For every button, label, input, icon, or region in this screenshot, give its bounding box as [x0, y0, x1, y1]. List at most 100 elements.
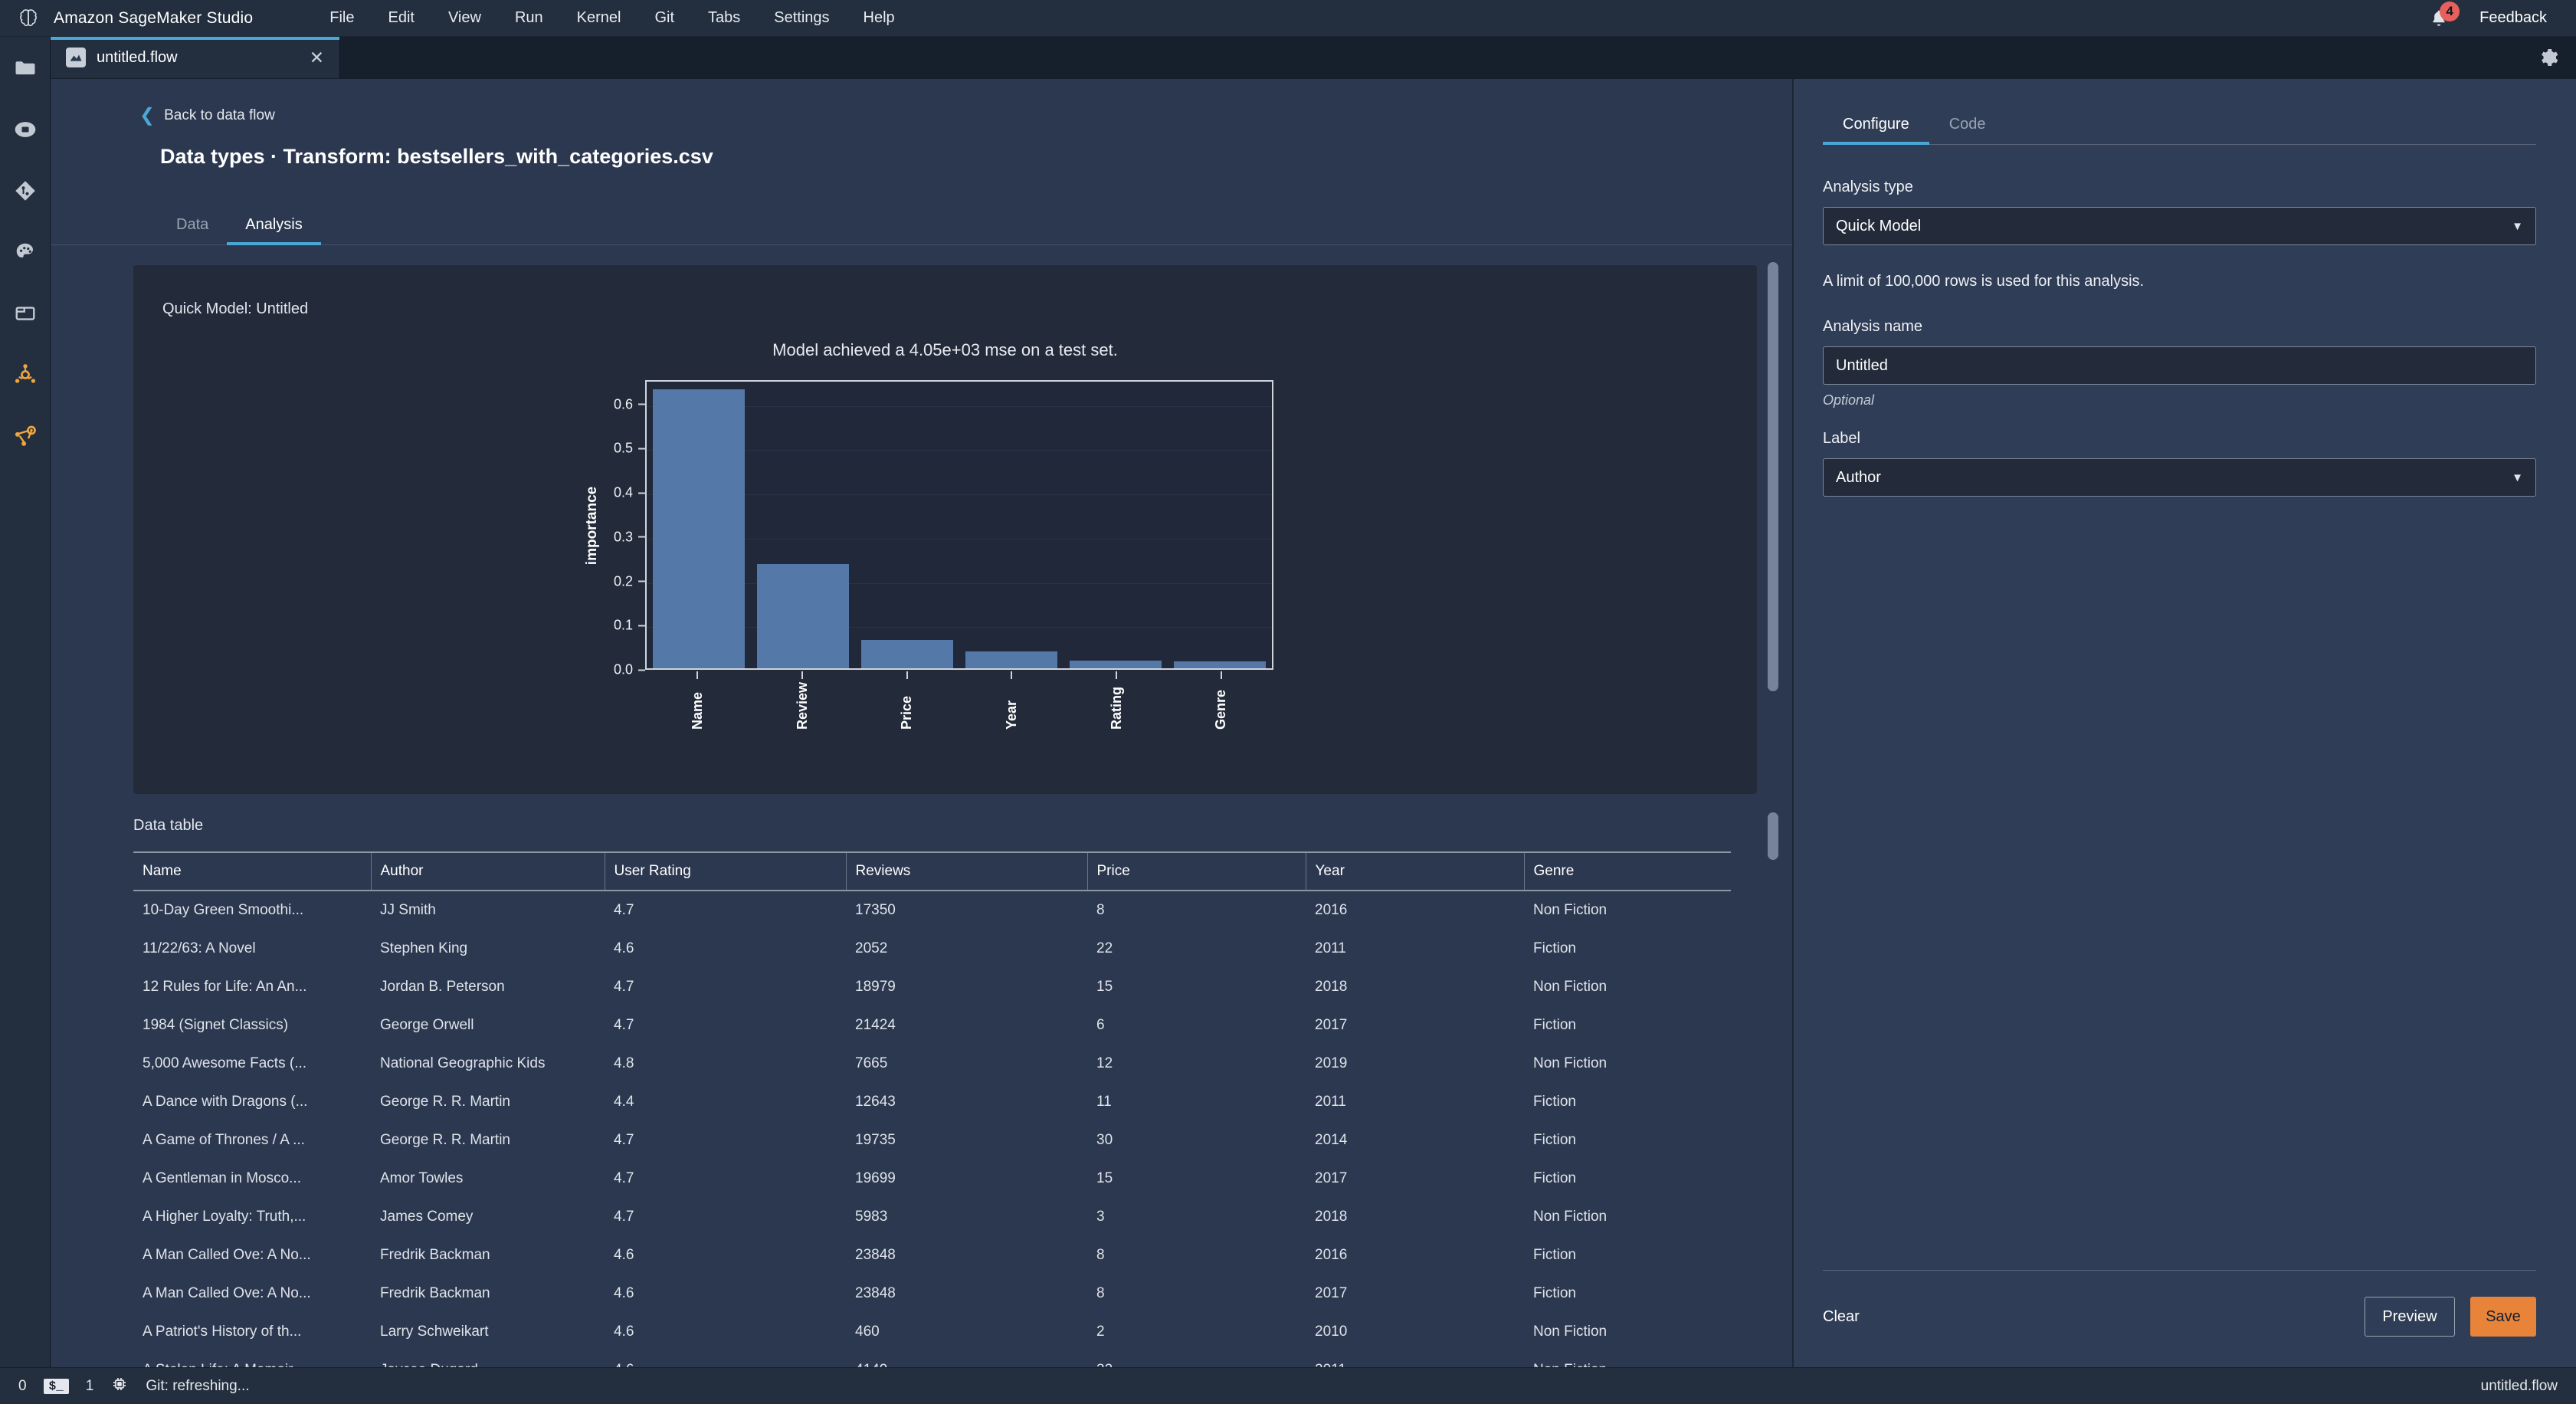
table-row[interactable]: A Stolen Life: A MemoirJaycee Dugard4.64… [133, 1351, 1731, 1367]
table-row[interactable]: A Higher Loyalty: Truth,... James Comey 4.… [133, 1198, 1731, 1236]
table-cell: Fiction [1533, 1247, 1576, 1263]
table-cell: Larry Schweikart [380, 1324, 489, 1340]
menu-help[interactable]: Help [864, 9, 895, 27]
open-tabs-icon[interactable] [11, 299, 40, 328]
table-cell: 1984 (Signet Classics) [143, 1017, 289, 1033]
column-header-user-rating[interactable]: User Rating [605, 851, 847, 891]
table-row[interactable]: 1984 (Signet Classics) George Orwell 4.7 21… [133, 1006, 1731, 1045]
status-bar: 0 $_ 1 Git: refreshing... untitled.flow [0, 1367, 2576, 1404]
running-terminals-icon[interactable] [11, 115, 40, 144]
menu-tabs[interactable]: Tabs [708, 9, 740, 27]
table-cell: 2010 [1315, 1324, 1348, 1340]
git-icon[interactable] [11, 176, 40, 205]
column-header-name[interactable]: Name [133, 851, 372, 891]
save-button[interactable]: Save [2470, 1297, 2536, 1337]
file-browser-icon[interactable] [11, 54, 40, 83]
tab-configure[interactable]: Configure [1823, 108, 1929, 145]
table-cell: 2017 [1315, 1285, 1348, 1301]
feedback-button[interactable]: Feedback [2479, 9, 2547, 27]
table-cell: 10-Day Green Smoothi... [143, 902, 304, 918]
analysis-name-input[interactable]: Untitled [1823, 346, 2536, 385]
menu-bar-right: 4 Feedback [2424, 1, 2559, 33]
table-cell: 32 [1087, 1351, 1306, 1367]
table-scrollbar[interactable] [1768, 812, 1778, 860]
table-cell: 19735 [855, 1132, 896, 1148]
extensions-palette-icon[interactable] [11, 238, 40, 267]
column-header-year[interactable]: Year [1306, 851, 1525, 891]
table-row[interactable]: A Man Called Ove: A No... Fredrik Backman… [133, 1236, 1731, 1274]
analysis-type-select[interactable]: Quick Model ▼ [1823, 207, 2536, 245]
notifications-button[interactable]: 4 [2424, 1, 2460, 33]
table-cell: 2016 [1315, 902, 1348, 918]
table-cell: George R. R. Martin [380, 1132, 510, 1148]
close-icon[interactable]: ✕ [310, 48, 324, 67]
terminal-icon[interactable]: $_ [43, 1378, 69, 1394]
menu-git[interactable]: Git [654, 9, 674, 27]
gear-icon[interactable] [2535, 44, 2562, 71]
menu-kernel[interactable]: Kernel [577, 9, 621, 27]
menu-settings[interactable]: Settings [774, 9, 829, 27]
table-cell: 460 [855, 1324, 880, 1340]
back-to-data-flow-link[interactable]: ❮ Back to data flow [51, 79, 275, 125]
table-row[interactable]: 11/22/63: A Novel Stephen King 4.6 2052 22 20… [133, 930, 1731, 968]
table-cell: 4.7 [614, 1209, 634, 1225]
table-cell: 4.7 [614, 979, 634, 995]
application-window: Amazon SageMaker Studio File Edit View R… [0, 0, 2576, 1404]
tab-analysis[interactable]: Analysis [227, 208, 322, 245]
table-row[interactable]: 12 Rules for Life: An An... Jordan B. Pet… [133, 968, 1731, 1006]
table-cell: 2014 [1315, 1132, 1348, 1148]
chart-area-scrollbar[interactable] [1768, 262, 1778, 691]
sagemaker-experiments-icon[interactable] [11, 422, 40, 451]
table-row[interactable]: A Patriot's History of th... Larry Schwei… [133, 1313, 1731, 1351]
table-cell: Non Fiction [1533, 1055, 1608, 1071]
table-cell: 2052 [855, 940, 888, 956]
tab-data[interactable]: Data [158, 208, 227, 244]
table-cell: 4.7 [614, 902, 634, 918]
table-cell: 7665 [855, 1055, 888, 1071]
preview-button[interactable]: Preview [2365, 1297, 2455, 1337]
kernel-count[interactable]: 0 [18, 1378, 27, 1395]
terminal-count[interactable]: 1 [86, 1378, 94, 1395]
table-cell: 8 [1096, 1285, 1105, 1301]
clear-button[interactable]: Clear [1823, 1308, 1860, 1326]
table-cell: Jaycee Dugard [371, 1351, 605, 1367]
table-cell: 2017 [1315, 1017, 1348, 1033]
current-file-status: untitled.flow [2480, 1377, 2558, 1394]
table-cell: 4.7 [614, 1017, 634, 1033]
menu-view[interactable]: View [448, 9, 481, 27]
table-row[interactable]: 5,000 Awesome Facts (... National Geograp… [133, 1045, 1731, 1083]
table-cell: 2011 [1306, 1351, 1524, 1367]
table-cell: 12 Rules for Life: An An... [143, 979, 307, 995]
y-tick-label: 0.0 [614, 662, 645, 678]
table-cell: National Geographic Kids [380, 1055, 546, 1071]
sagemaker-brain-icon [17, 7, 40, 30]
y-tick-label: 0.1 [614, 618, 645, 634]
activity-bar [0, 37, 51, 1367]
table-cell: Non Fiction [1533, 979, 1608, 995]
label-value: Author [1836, 468, 1881, 486]
sagemaker-components-icon[interactable] [11, 360, 40, 389]
menu-run[interactable]: Run [515, 9, 543, 27]
tab-code[interactable]: Code [1929, 108, 2006, 144]
analysis-config-panel: Configure Code Analysis type Quick Model… [1793, 79, 2576, 1367]
table-row[interactable]: 10-Day Green Smoothi... JJ Smith 4.7 17350 8… [133, 891, 1731, 930]
table-row[interactable]: A Man Called Ove: A No... Fredrik Backman… [133, 1274, 1731, 1313]
column-header-price[interactable]: Price [1087, 851, 1306, 891]
column-header-author[interactable]: Author [371, 851, 605, 891]
y-tick-label: 0.6 [614, 396, 645, 412]
tab-untitled-flow[interactable]: untitled.flow ✕ [51, 37, 340, 78]
table-cell: 4.4 [614, 1094, 634, 1110]
column-header-genre[interactable]: Genre [1524, 851, 1731, 891]
menu-edit[interactable]: Edit [388, 9, 414, 27]
column-header-reviews[interactable]: Reviews [846, 851, 1088, 891]
chart-title: Model achieved a 4.05e+03 mse on a test … [772, 340, 1118, 359]
table-cell: 18979 [855, 979, 896, 995]
table-cell: Fiction [1533, 1094, 1576, 1110]
table-row[interactable]: A Game of Thrones / A ... George R. R. Ma… [133, 1121, 1731, 1160]
menu-file[interactable]: File [329, 9, 354, 27]
x-tick: Year [959, 671, 1064, 733]
cpu-icon[interactable] [110, 1375, 129, 1398]
table-row[interactable]: A Dance with Dragons (... George R. R. Ma… [133, 1083, 1731, 1121]
table-row[interactable]: A Gentleman in Mosco... Amor Towles 4.7 196… [133, 1160, 1731, 1198]
label-select[interactable]: Author ▼ [1823, 458, 2536, 497]
